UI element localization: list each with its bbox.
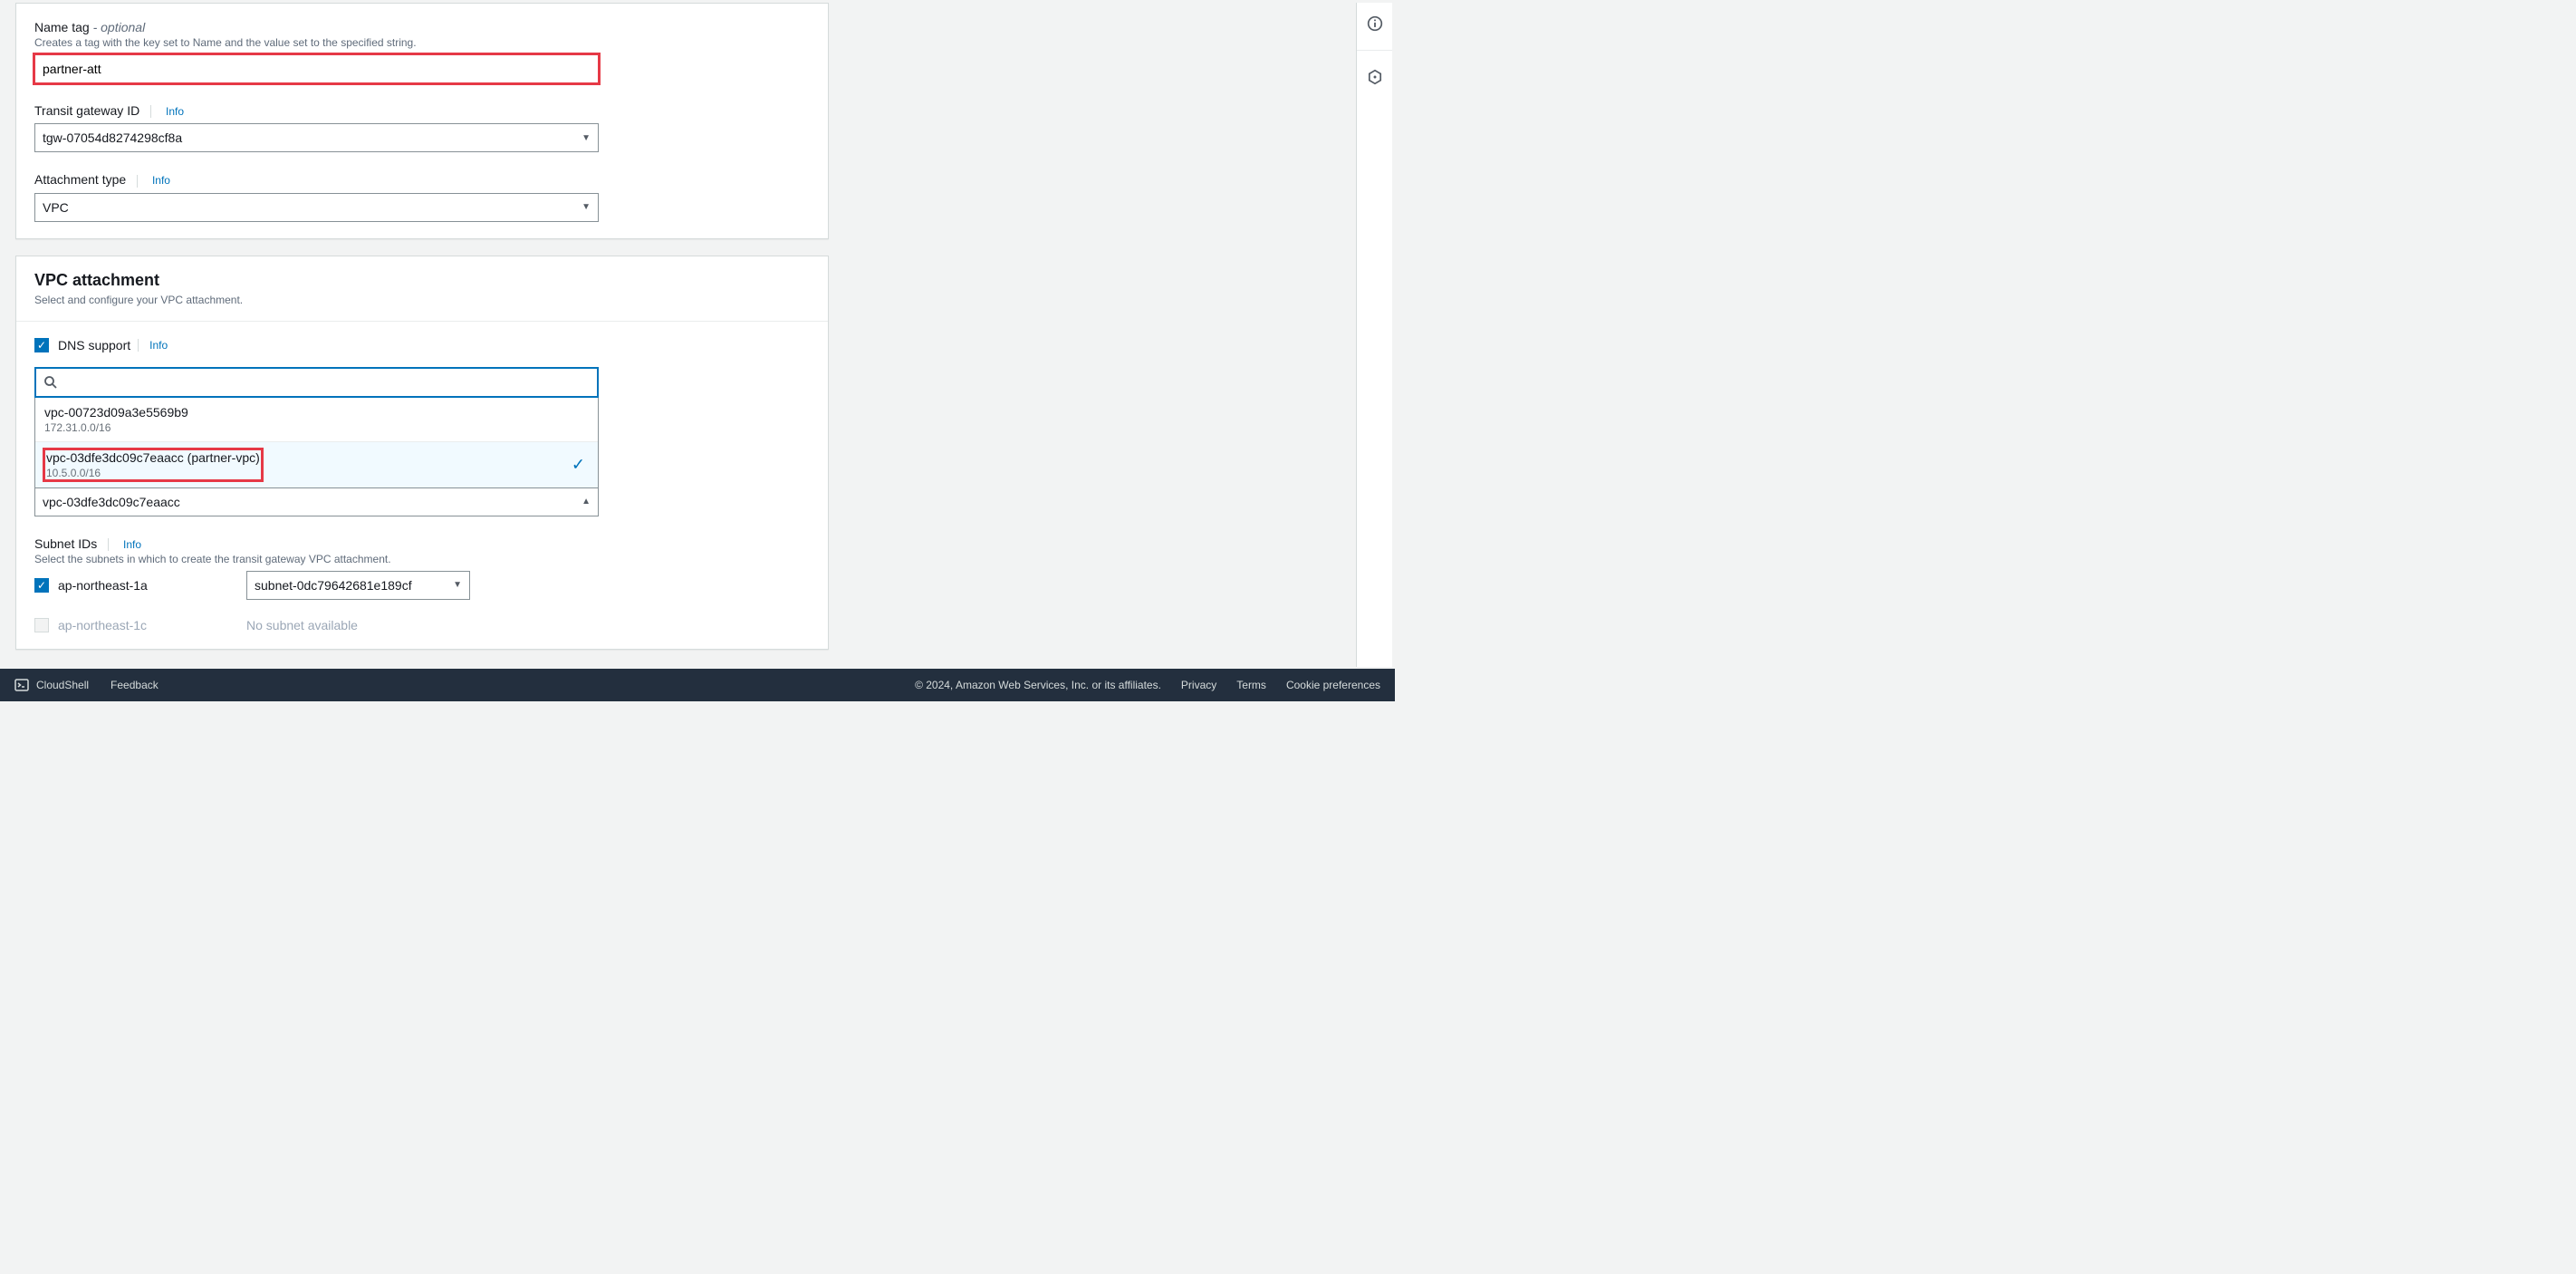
privacy-link[interactable]: Privacy xyxy=(1181,679,1216,691)
vpc-option-id: vpc-00723d09a3e5569b9 xyxy=(44,405,589,420)
divider xyxy=(150,105,151,118)
subnet-value: subnet-0dc79642681e189cf xyxy=(255,578,412,593)
subnet-ids-info-link[interactable]: Info xyxy=(123,538,141,551)
cookie-preferences-link[interactable]: Cookie preferences xyxy=(1286,679,1380,691)
empty-side-area xyxy=(841,3,1356,667)
subnet-select[interactable]: subnet-0dc79642681e189cf xyxy=(246,571,470,600)
dns-support-row: DNS support Info xyxy=(34,338,810,352)
name-tag-helper: Creates a tag with the key set to Name a… xyxy=(34,36,810,49)
attachment-type-field: Attachment type Info VPC xyxy=(34,172,810,221)
name-tag-field: Name tag - optional Creates a tag with t… xyxy=(34,20,810,83)
tgw-id-value: tgw-07054d8274298cf8a xyxy=(43,130,182,145)
divider xyxy=(108,538,109,551)
attachment-type-value: VPC xyxy=(43,200,69,215)
name-tag-label: Name tag xyxy=(34,20,90,34)
info-icon xyxy=(1367,15,1383,32)
divider xyxy=(137,175,138,188)
subnet-az-checkbox[interactable] xyxy=(34,578,49,593)
subnet-az-label: ap-northeast-1c xyxy=(58,618,147,632)
console-footer: CloudShell Feedback © 2024, Amazon Web S… xyxy=(0,669,1395,701)
attachment-type-info-link[interactable]: Info xyxy=(152,174,170,187)
vpc-search-input-wrap[interactable] xyxy=(34,367,599,398)
cloudshell-button[interactable]: CloudShell xyxy=(14,678,89,692)
tgw-id-select[interactable]: tgw-07054d8274298cf8a xyxy=(34,123,599,152)
attachment-type-label: Attachment type xyxy=(34,172,126,187)
vpc-attachment-panel: VPC attachment Select and configure your… xyxy=(15,256,829,650)
right-tools-panel xyxy=(1356,3,1392,667)
tgw-info-link[interactable]: Info xyxy=(166,105,184,118)
dns-support-label: DNS support xyxy=(58,338,130,352)
search-icon xyxy=(43,375,58,390)
dns-support-info-link[interactable]: Info xyxy=(149,339,168,352)
vpc-search-input[interactable] xyxy=(63,375,590,390)
copyright-text: © 2024, Amazon Web Services, Inc. or its… xyxy=(915,679,1161,691)
vpc-option-id: vpc-03dfe3dc09c7eaacc (partner-vpc) xyxy=(46,450,260,465)
cloudshell-label: CloudShell xyxy=(36,679,89,691)
vpc-options-list: vpc-00723d09a3e5569b9 172.31.0.0/16 vpc-… xyxy=(34,398,599,487)
name-tag-optional: - optional xyxy=(90,20,145,34)
vpc-option[interactable]: vpc-00723d09a3e5569b9 172.31.0.0/16 xyxy=(35,398,598,442)
tgw-id-field: Transit gateway ID Info tgw-07054d827429… xyxy=(34,103,810,152)
hexagon-icon xyxy=(1367,69,1383,85)
settings-toggle[interactable] xyxy=(1361,63,1389,91)
divider xyxy=(138,339,139,352)
details-panel: Name tag - optional Creates a tag with t… xyxy=(15,3,829,239)
check-icon: ✓ xyxy=(572,455,585,474)
feedback-link[interactable]: Feedback xyxy=(111,679,159,691)
subnet-az-label: ap-northeast-1a xyxy=(58,578,148,593)
dns-support-checkbox[interactable] xyxy=(34,338,49,352)
vpc-id-selected-value: vpc-03dfe3dc09c7eaacc xyxy=(43,495,180,509)
subnet-row: ap-northeast-1a subnet-0dc79642681e189cf xyxy=(34,571,810,600)
attachment-type-select[interactable]: VPC xyxy=(34,193,599,222)
vpc-id-select[interactable]: vpc-03dfe3dc09c7eaacc xyxy=(34,487,599,516)
subnet-az-checkbox-disabled xyxy=(34,618,49,632)
name-tag-input[interactable] xyxy=(34,54,599,83)
subnet-row: ap-northeast-1c No subnet available xyxy=(34,618,810,632)
subnet-unavailable-text: No subnet available xyxy=(246,618,358,632)
vpc-attachment-title: VPC attachment xyxy=(34,271,810,290)
vpc-option-cidr: 10.5.0.0/16 xyxy=(46,467,260,479)
vpc-option-cidr: 172.31.0.0/16 xyxy=(44,421,589,434)
cloudshell-icon xyxy=(14,678,29,692)
tgw-id-label: Transit gateway ID xyxy=(34,103,139,118)
vpc-option[interactable]: vpc-03dfe3dc09c7eaacc (partner-vpc) 10.5… xyxy=(35,442,598,487)
subnet-ids-helper: Select the subnets in which to create th… xyxy=(34,553,810,565)
vpc-attachment-subtitle: Select and configure your VPC attachment… xyxy=(34,294,810,306)
terms-link[interactable]: Terms xyxy=(1236,679,1266,691)
info-panel-toggle[interactable] xyxy=(1361,10,1389,37)
subnet-ids-label: Subnet IDs xyxy=(34,536,97,551)
